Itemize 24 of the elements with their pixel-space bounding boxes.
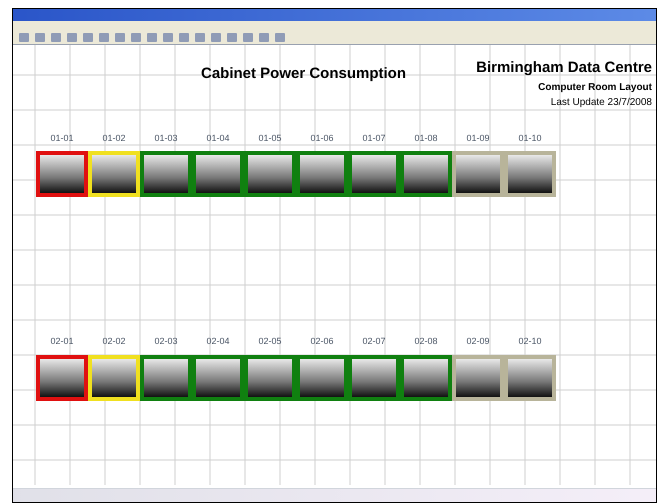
cabinet-label: 02-07: [362, 335, 386, 348]
cabinet-label: 02-02: [102, 335, 126, 348]
cabinet-label: 02-08: [414, 335, 438, 348]
cabinet-label: 02-06: [310, 335, 334, 348]
cabinet-label: 01-09: [466, 132, 490, 144]
diagram-title: Cabinet Power Consumption: [201, 64, 406, 84]
cabinet-label: 01-10: [518, 132, 542, 144]
cabinet-label: 01-03: [154, 132, 178, 144]
cabinet-label: 02-05: [258, 335, 282, 348]
cabinet-label: 01-06: [310, 132, 334, 144]
cabinet-label: 01-05: [258, 132, 282, 144]
cabinet-label: 01-01: [50, 132, 74, 144]
cabinet-label: 01-02: [102, 132, 126, 144]
cabinet-label: 01-07: [362, 132, 386, 144]
cabinet-label: 02-03: [154, 335, 178, 348]
site-name: Birmingham Data Centre: [476, 58, 652, 78]
cabinet-label: 02-09: [466, 335, 490, 348]
cabinet-label: 02-10: [518, 335, 542, 348]
update-date: Last Update 23/7/2008: [550, 96, 652, 110]
diagram-subtitle: Computer Room Layout: [538, 80, 652, 94]
cabinet-label: 01-08: [414, 132, 438, 144]
cabinet-label: 02-01: [50, 335, 74, 348]
cabinet-label: 01-04: [206, 132, 230, 144]
cabinet-label: 02-04: [206, 335, 230, 348]
